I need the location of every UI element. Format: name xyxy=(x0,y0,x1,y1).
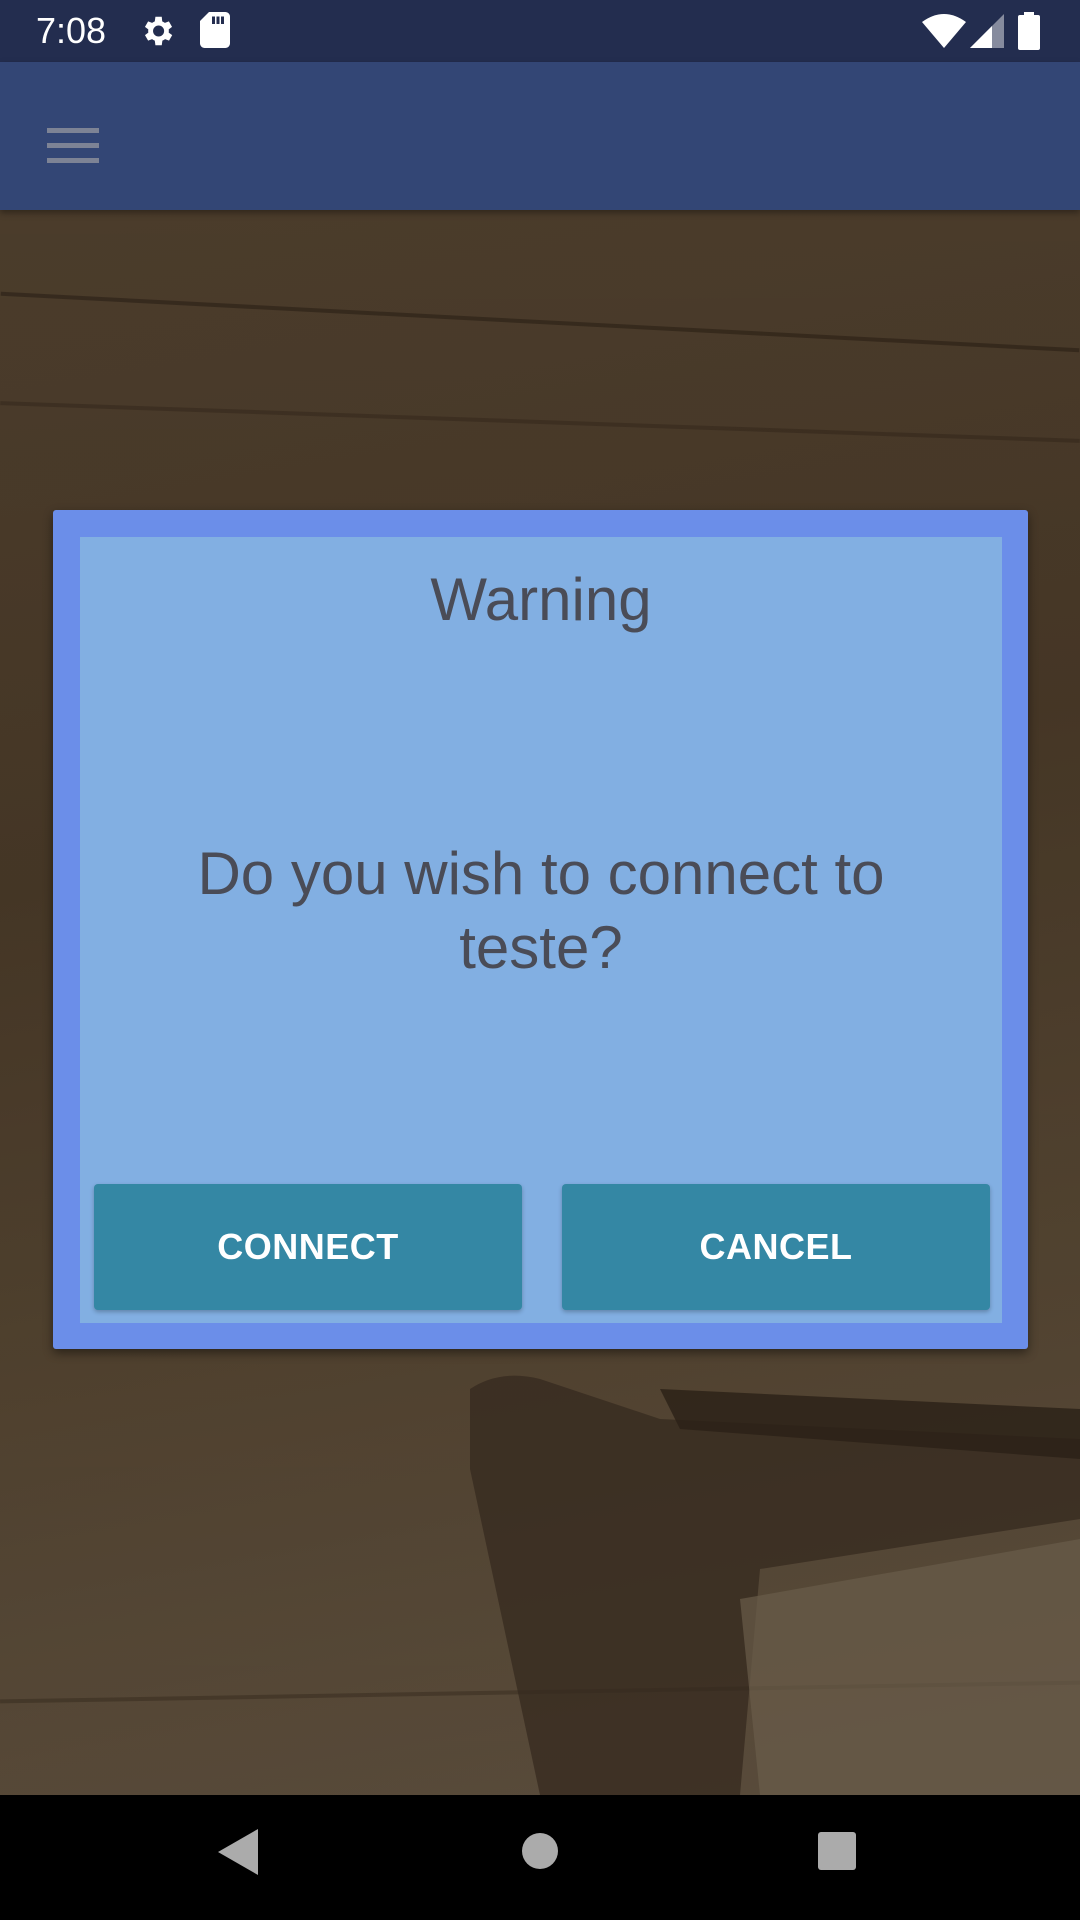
menu-button[interactable] xyxy=(28,106,118,186)
app-bar xyxy=(0,62,1080,210)
sd-card-icon xyxy=(200,12,230,53)
cell-signal-icon xyxy=(970,14,1004,53)
dialog-message: Do you wish to connect to teste? xyxy=(197,840,885,981)
status-bar: 7:08 xyxy=(0,0,1080,62)
hamburger-menu-icon xyxy=(47,128,99,163)
cancel-button[interactable]: CANCEL xyxy=(562,1184,990,1310)
status-time: 7:08 xyxy=(36,10,107,51)
dialog-title: Warning xyxy=(430,566,652,633)
back-icon[interactable] xyxy=(216,1827,260,1882)
connect-button[interactable]: CONNECT xyxy=(94,1184,522,1310)
wifi-icon xyxy=(922,14,966,53)
settings-icon xyxy=(138,12,176,55)
warning-dialog: Warning Do you wish to connect to teste?… xyxy=(53,510,1028,1349)
home-icon[interactable] xyxy=(520,1831,560,1876)
recents-icon[interactable] xyxy=(817,1831,857,1876)
navigation-bar xyxy=(0,1795,1080,1920)
dialog-content: Warning Do you wish to connect to teste?… xyxy=(80,537,1002,1323)
battery-icon xyxy=(1018,12,1040,55)
